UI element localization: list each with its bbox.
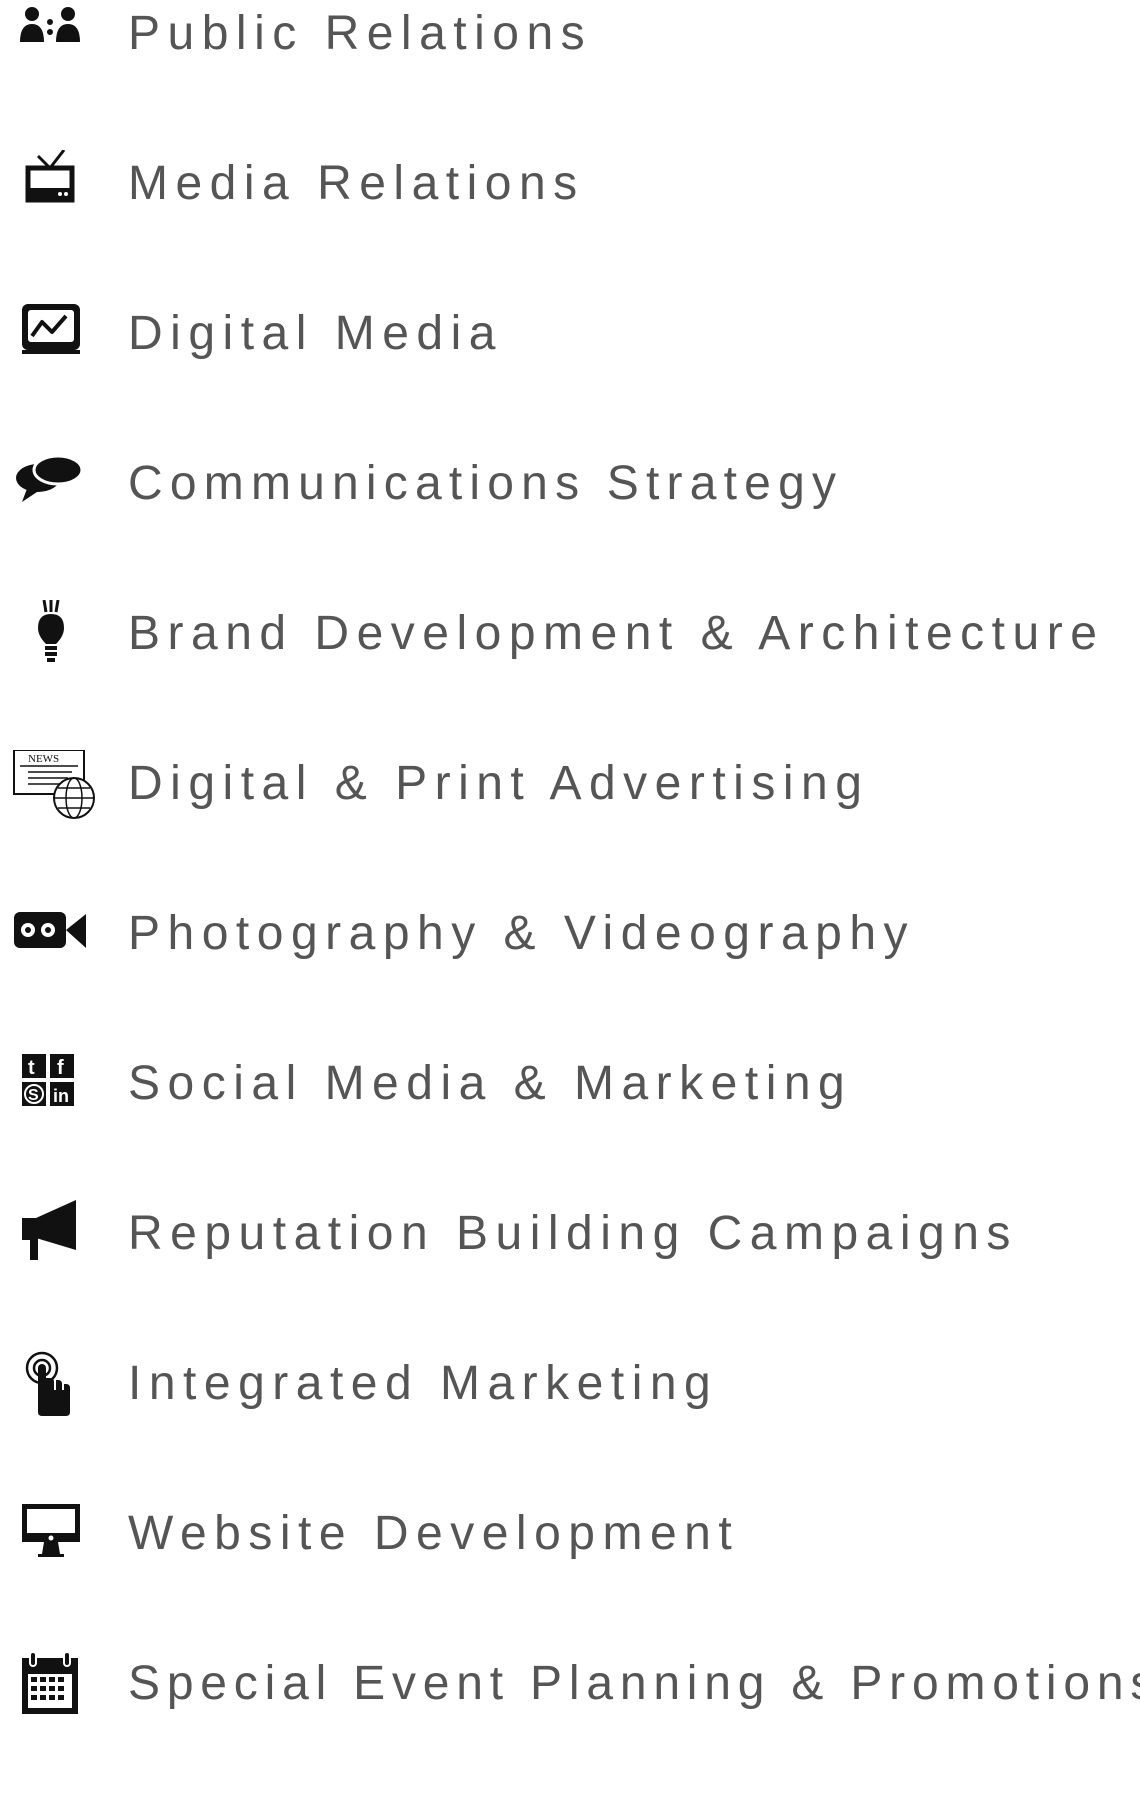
svg-text:S: S [28,1087,39,1104]
service-item-communications-strategy: Communications Strategy [0,450,1140,600]
service-label: Photography & Videography [128,907,916,960]
service-label: Media Relations [128,157,585,210]
service-item-social-media-marketing: t f S in Social Media & Marketing [0,1050,1140,1200]
speech-bubbles-icon [8,450,104,530]
svg-text:in: in [53,1086,69,1106]
service-label: Public Relations [128,7,593,60]
service-item-website-development: Website Development [0,1500,1140,1650]
service-label: Brand Development & Architecture [128,607,1105,660]
service-item-media-relations: Media Relations [0,150,1140,300]
service-label: Special Event Planning & Promotions [128,1657,1140,1710]
desktop-icon [8,1500,104,1580]
service-item-digital-media: Digital Media [0,300,1140,450]
services-list: Public Relations Media Relations Digital [0,0,1140,1720]
service-item-integrated-marketing: Integrated Marketing [0,1350,1140,1500]
svg-text:f: f [57,1057,64,1079]
svg-text:NEWS: NEWS [28,753,59,765]
service-item-digital-print-advertising: NEWS Digital & Print Advertising [0,750,1140,900]
service-item-reputation-building: Reputation Building Campaigns [0,1200,1140,1350]
service-label: Social Media & Marketing [128,1057,853,1110]
monitor-graph-icon [8,300,104,380]
news-globe-icon: NEWS [8,750,104,830]
service-label: Website Development [128,1507,740,1560]
social-media-icon: t f S in [8,1050,104,1130]
service-label: Digital Media [128,307,503,360]
service-label: Communications Strategy [128,457,844,510]
people-icon [8,0,104,80]
service-item-public-relations: Public Relations [0,0,1140,150]
service-label: Integrated Marketing [128,1357,719,1410]
lightbulb-icon [8,600,104,680]
service-item-brand-development: Brand Development & Architecture [0,600,1140,750]
tv-icon [8,150,104,230]
service-item-photography-videography: Photography & Videography [0,900,1140,1050]
service-label: Digital & Print Advertising [128,757,870,810]
service-item-special-event-planning: Special Event Planning & Promotions [0,1650,1140,1800]
calendar-icon [8,1650,104,1730]
video-camera-icon [8,900,104,980]
service-label: Reputation Building Campaigns [128,1207,1018,1260]
svg-text:t: t [28,1057,35,1079]
touch-icon [8,1350,104,1430]
megaphone-icon [8,1200,104,1280]
